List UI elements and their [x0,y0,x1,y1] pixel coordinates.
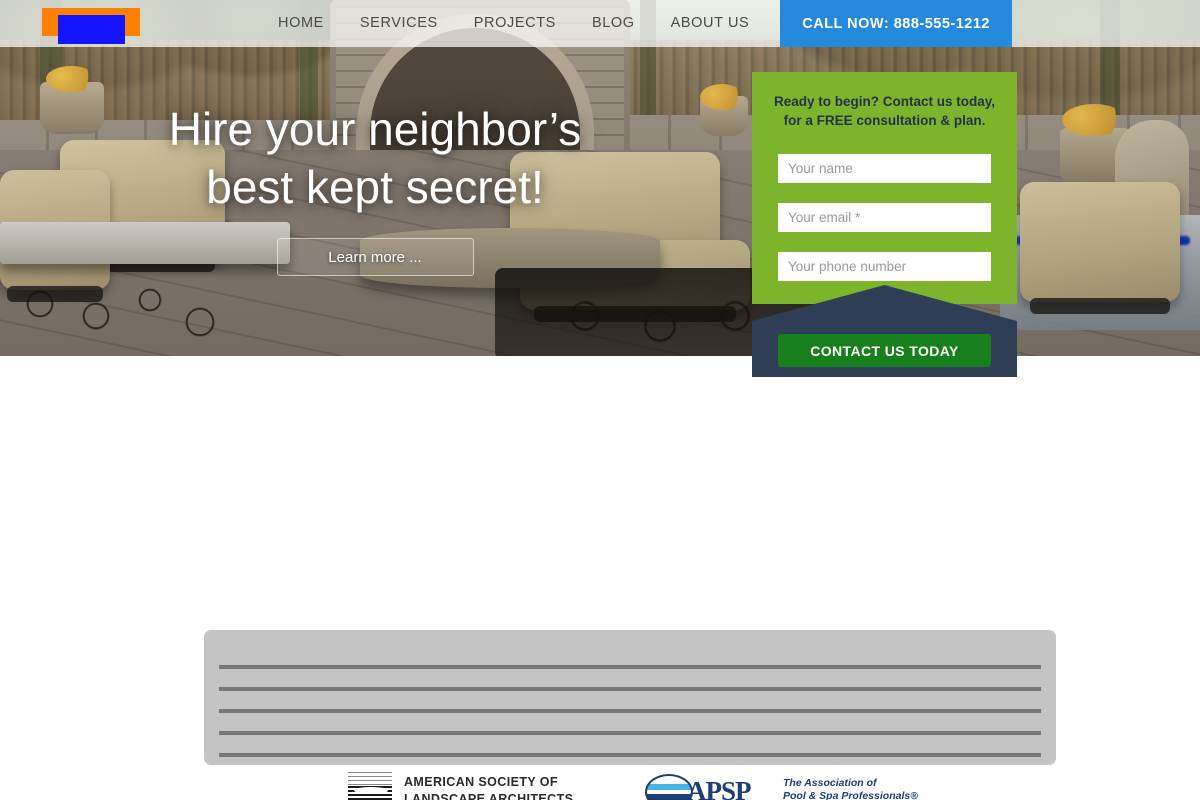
nav-item-about-us[interactable]: ABOUT US [653,0,768,47]
placeholder-line [219,709,1041,713]
learn-more-button[interactable]: Learn more ... [276,238,474,276]
hero-title-line-1: Hire your neighbor’s [168,103,582,155]
page-root: Hire your neighbor’s best kept secret! L… [0,0,1200,800]
contact-heading-line-1: Ready to begin? Contact us today, [773,94,996,109]
hero-section: Hire your neighbor’s best kept secret! L… [0,0,1200,356]
contact-form-fields [778,154,991,301]
asla-logo: AMERICAN SOCIETY OF LANDSCAPE ARCHITECTS [348,766,578,800]
call-now-button[interactable]: CALL NOW: 888-555-1212 [780,0,1012,47]
placeholder-line [219,753,1041,757]
top-navigation-bar: HOME SERVICES PROJECTS BLOG ABOUT US CON… [0,0,1200,47]
nav-item-home[interactable]: HOME [260,0,342,47]
hero-copy: Hire your neighbor’s best kept secret! L… [0,100,750,276]
contact-form-panel: Ready to begin? Contact us today, for a … [752,72,1017,377]
apsp-tagline-line-1: The Association of [783,777,877,789]
apsp-wave-circle-icon [645,774,693,800]
hero-title: Hire your neighbor’s best kept secret! [0,100,750,216]
asla-text-line-1: AMERICAN SOCIETY OF [404,775,558,789]
content-placeholder-block [204,630,1056,765]
nav-item-blog[interactable]: BLOG [574,0,653,47]
certification-badges-section: AMERICAN SOCIETY OF LANDSCAPE ARCHITECTS… [0,356,1200,800]
email-input[interactable] [778,203,991,232]
contact-form-heading: Ready to begin? Contact us today, for a … [752,92,1017,130]
placeholder-line [219,665,1041,669]
asla-logo-text: AMERICAN SOCIETY OF LANDSCAPE ARCHITECTS [404,774,573,800]
asla-striped-landscape-icon [348,770,392,800]
asla-text-line-2: LANDSCAPE ARCHITECTS [404,792,574,800]
nav-item-projects[interactable]: PROJECTS [456,0,574,47]
apsp-tagline: The Association of Pool & Spa Profession… [783,777,918,800]
apsp-logo: APSP The Association of Pool & Spa Profe… [645,774,925,800]
apsp-tagline-line-2: Pool & Spa Professionals® [783,790,918,800]
logo-blue-block-icon [58,15,125,44]
apsp-acronym: APSP [687,776,751,800]
contact-us-today-button[interactable]: CONTACT US TODAY [778,334,991,367]
placeholder-line [219,731,1041,735]
placeholder-line [219,687,1041,691]
nav-item-services[interactable]: SERVICES [342,0,456,47]
contact-heading-line-2: for a FREE consultation & plan. [783,113,986,128]
name-input[interactable] [778,154,991,183]
phone-input[interactable] [778,252,991,281]
site-logo[interactable] [42,8,140,44]
hero-title-line-2: best kept secret! [206,161,544,213]
